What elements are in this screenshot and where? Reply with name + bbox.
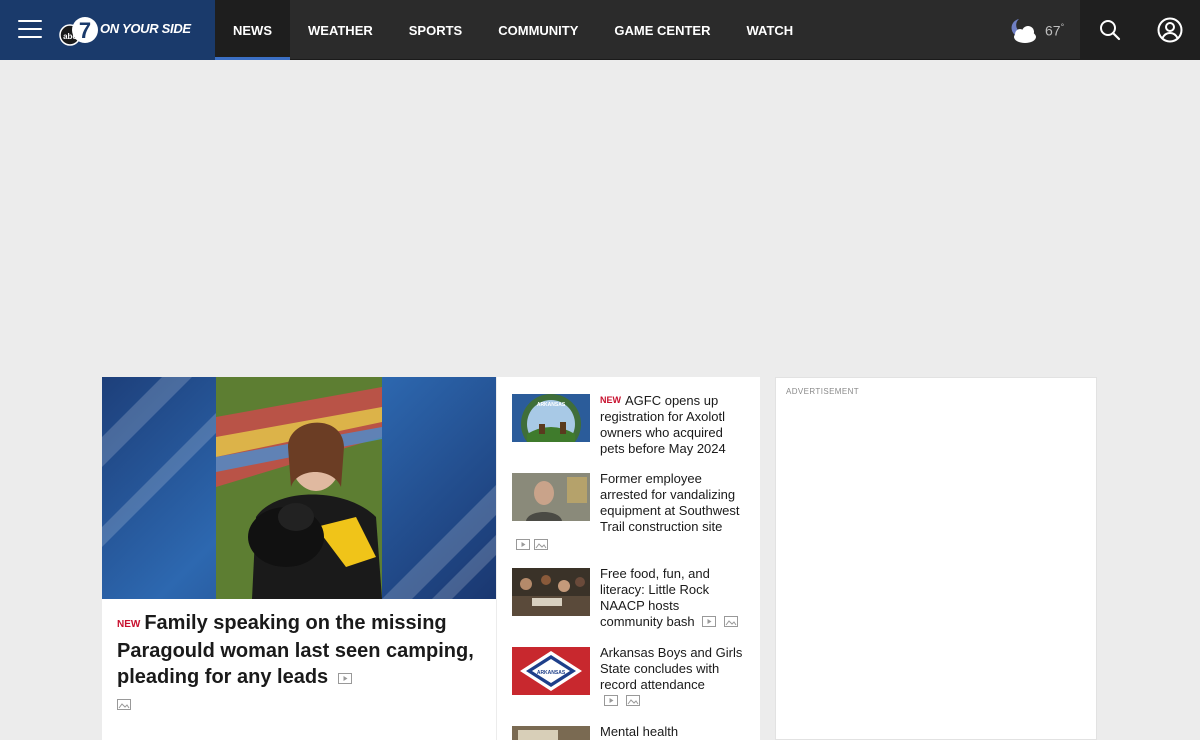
lead-story-headline[interactable]: NEW Family speaking on the missing Parago… (117, 610, 482, 691)
lead-story-image[interactable] (102, 377, 496, 599)
gallery-icon (625, 694, 640, 706)
nav-news[interactable]: NEWS (215, 0, 290, 60)
list-item[interactable]: Mental health (512, 724, 744, 740)
nav-watch[interactable]: WATCH (728, 0, 811, 60)
nav-weather[interactable]: WEATHER (290, 0, 391, 60)
lead-story-card[interactable]: NEW Family speaking on the missing Parago… (102, 377, 496, 740)
list-item[interactable]: Former employee arrested for vandalizing… (512, 471, 744, 555)
main-nav: NEWS WEATHER SPORTS COMMUNITY GAME CENTE… (215, 0, 811, 60)
video-icon (604, 694, 618, 706)
partly-cloudy-night-icon (1011, 19, 1036, 43)
gallery-icon (723, 615, 738, 627)
story-thumbnail-arkansas-flag[interactable]: ARKANSAS (512, 647, 590, 695)
logo-text[interactable]: ON YOUR SIDE (100, 21, 191, 36)
story-thumbnail-man-portrait[interactable] (512, 473, 590, 521)
brand-area: abc 7 ON YOUR SIDE (0, 0, 215, 60)
advertisement-label: ADVERTISEMENT (786, 387, 860, 396)
weather-widget[interactable]: 67° (1005, 14, 1064, 46)
new-tag: NEW (117, 619, 141, 630)
svg-text:ARKANSAS: ARKANSAS (537, 670, 566, 676)
advertisement-slot[interactable]: ADVERTISEMENT (775, 377, 1097, 740)
search-icon (1100, 20, 1121, 41)
story-list: ARKANSAS NEW AGFC opens up registration f… (497, 377, 760, 740)
video-icon (516, 539, 530, 550)
story-thumbnail-room[interactable] (512, 726, 590, 740)
list-item[interactable]: Free food, fun, and literacy: Little Roc… (512, 566, 744, 631)
nav-game-center[interactable]: GAME CENTER (596, 0, 728, 60)
nav-sports[interactable]: SPORTS (391, 0, 480, 60)
new-tag: NEW (600, 395, 621, 405)
media-icons (334, 665, 352, 691)
list-item[interactable]: ARKANSAS Arkansas Boys and Girls State c… (512, 645, 744, 710)
account-button[interactable] (1140, 0, 1200, 60)
nav-community[interactable]: COMMUNITY (480, 0, 596, 60)
search-button[interactable] (1080, 0, 1140, 60)
lead-story-headline-area[interactable]: NEW Family speaking on the missing Parago… (117, 610, 482, 715)
hamburger-menu-icon[interactable] (18, 20, 42, 40)
story-thumbnail-arkansas-seal[interactable]: ARKANSAS (512, 394, 590, 442)
list-item[interactable]: ARKANSAS NEW AGFC opens up registration f… (512, 392, 744, 457)
video-icon (337, 672, 352, 684)
weather-temperature: 67° (1045, 21, 1065, 39)
svg-text:ARKANSAS: ARKANSAS (537, 402, 566, 408)
media-icons-row (516, 537, 744, 555)
media-icons (600, 694, 640, 710)
top-navigation-bar: abc 7 ON YOUR SIDE NEWS WEATHER SPORTS C… (0, 0, 1200, 60)
story-thumbnail-crowd[interactable] (512, 568, 590, 616)
gallery-icon (117, 698, 131, 710)
gallery-icon (534, 539, 549, 550)
media-icons-row (117, 697, 482, 715)
media-icons (698, 615, 738, 631)
missing-woman-photo (216, 377, 382, 599)
user-account-icon (1157, 17, 1183, 43)
video-icon (702, 615, 717, 627)
logo-number: 7 (79, 18, 91, 43)
